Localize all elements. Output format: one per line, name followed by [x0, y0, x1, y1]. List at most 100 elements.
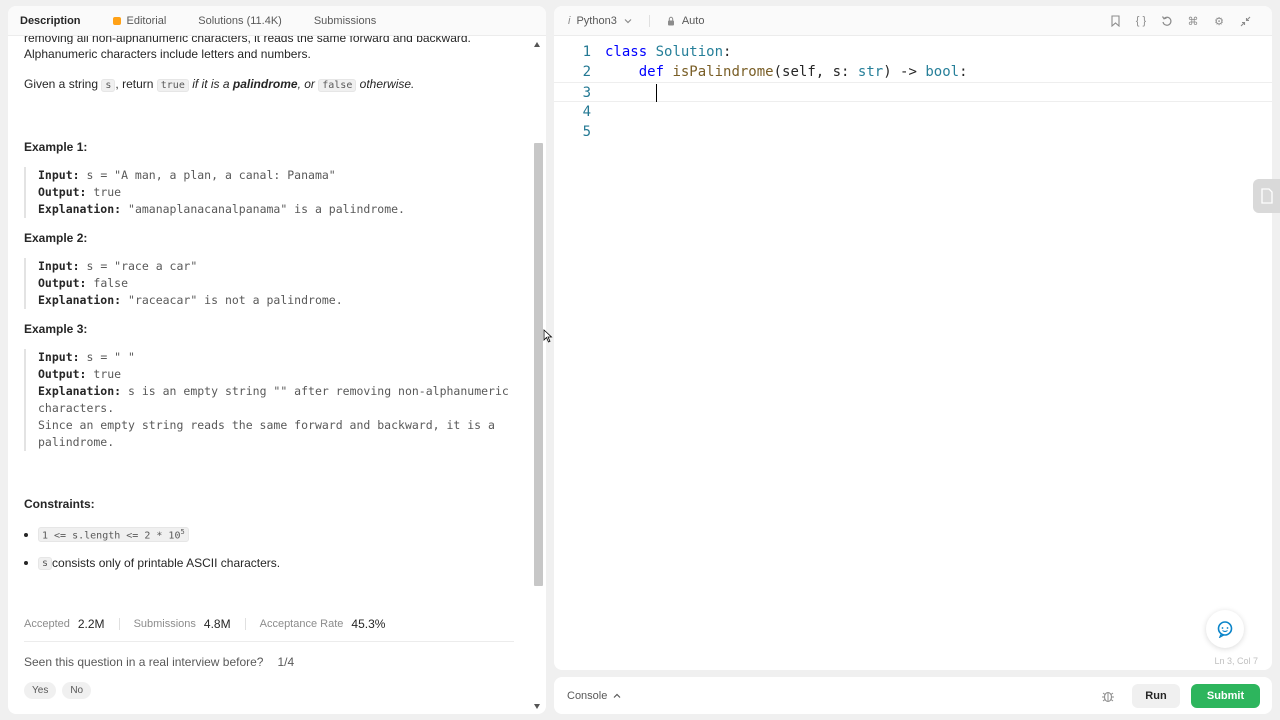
statement-text: Given a string [24, 77, 102, 91]
code-line-current[interactable]: 3 [554, 82, 1272, 102]
lock-icon [667, 16, 674, 25]
console-toggle[interactable]: Console [567, 690, 622, 702]
example-value: Since an empty string reads the same for… [38, 418, 502, 449]
example-title: Example 3: [24, 322, 88, 336]
chevron-up-icon [613, 693, 621, 698]
editor-tools: { } ⌘ ⚙ [1096, 14, 1252, 28]
scroll-up-arrow-icon[interactable] [534, 42, 540, 47]
example-label: Output: [38, 185, 87, 199]
example-label: Explanation: [38, 293, 122, 307]
auto-mode-label[interactable]: Auto [682, 15, 705, 27]
example-block: Input: s = "race a car" Output: false Ex… [24, 258, 520, 309]
tab-solutions[interactable]: Solutions (11.4K) [198, 15, 282, 27]
accepted-label: Accepted [24, 618, 70, 631]
example-block: Input: s = " " Output: true Explanation:… [24, 349, 520, 451]
code-line[interactable]: 4 [554, 102, 1272, 122]
cut-off-line: removing all non-alphanumeric characters… [24, 36, 520, 44]
line-number: 1 [582, 44, 591, 60]
chat-icon [1217, 621, 1233, 638]
cut-off-text: removing all non-alphanumeric characters… [24, 36, 471, 44]
description-tabs: Description Editorial Solutions (11.4K) … [8, 6, 546, 36]
statement-text: , or [297, 77, 319, 91]
code-line[interactable]: 1 class Solution: [554, 42, 1272, 62]
reset-icon[interactable] [1160, 14, 1174, 28]
example-block: Input: s = "A man, a plan, a canal: Pana… [24, 167, 520, 218]
interview-page: 1/4 [277, 655, 295, 670]
code-line[interactable]: 2 def isPalindrome(self, s: str) -> bool… [554, 62, 1272, 82]
code-text: def isPalindrome(self, s: str) -> bool: [638, 64, 968, 80]
console-label: Console [567, 689, 608, 702]
tab-description[interactable]: Description [20, 15, 81, 27]
scroll-down-arrow-icon[interactable] [534, 704, 540, 709]
submissions-label: Submissions [133, 618, 196, 631]
accepted-value: 2.2M [77, 617, 105, 632]
constraint-code: 1 <= s.length <= 2 * 105 [38, 527, 189, 543]
language-selector[interactable]: Python3 [576, 15, 616, 27]
statement-code: false [318, 79, 357, 92]
example-value: s = " " [79, 350, 135, 364]
line-number: 5 [582, 124, 591, 140]
constraint-item: 1 <= s.length <= 2 * 105 [24, 527, 520, 543]
example-value: "raceacar" is not a palindrome. [121, 293, 343, 307]
tab-submissions-label: Submissions [313, 14, 377, 27]
chevron-down-icon[interactable] [623, 16, 633, 26]
stats-divider [118, 618, 120, 631]
statement-code: true [156, 79, 189, 92]
statement-text: if it is a [188, 77, 233, 91]
example-label: Input: [38, 259, 80, 273]
stats-divider [244, 618, 246, 631]
acceptance-stats: Accepted 2.2M Submissions 4.8M Acceptance … [24, 617, 520, 631]
description-scrollbar[interactable] [532, 36, 544, 714]
statement-text: otherwise. [356, 77, 415, 91]
constraint-code-text: 1 <= s.length <= 2 * 10 [42, 530, 181, 542]
submissions-value: 4.8M [203, 617, 231, 632]
divider [24, 641, 514, 643]
palindrome-link[interactable]: palindrome [233, 77, 298, 91]
line-number: 3 [582, 85, 591, 101]
bookmark-icon[interactable] [1108, 14, 1122, 28]
cursor-position-status: Ln 3, Col 7 [1214, 656, 1258, 666]
notes-side-tab[interactable] [1253, 179, 1280, 213]
yes-button[interactable]: Yes [24, 682, 57, 700]
tab-submissions[interactable]: Submissions [314, 15, 376, 27]
example-value: s = "A man, a plan, a canal: Panama" [79, 168, 336, 182]
format-braces-icon[interactable]: { } [1134, 14, 1148, 28]
interview-answers: Yes No [24, 680, 520, 700]
info-icon: i [568, 14, 571, 27]
lock-icon [112, 16, 121, 25]
no-button[interactable]: No [62, 682, 92, 700]
collapse-icon[interactable] [1238, 14, 1252, 28]
debug-bug-icon[interactable] [1101, 689, 1115, 703]
constraint-item: s consists only of printable ASCII chara… [24, 556, 520, 570]
code-line[interactable]: 5 [554, 122, 1272, 142]
tab-editorial-label: Editorial [126, 14, 167, 27]
problem-statement: Given a string s, return true if it is a… [24, 76, 520, 94]
editor-toolbar: i Python3 Auto { } ⌘ ⚙ [554, 6, 1272, 36]
tab-solutions-label: Solutions (11.4K) [198, 14, 282, 27]
example-value: true [86, 185, 122, 199]
code-panel: i Python3 Auto { } ⌘ ⚙ 1 class Solution: … [554, 6, 1272, 670]
mouse-pointer-icon [543, 329, 553, 343]
example-label: Explanation: [38, 202, 122, 216]
tab-description-label: Description [20, 14, 81, 27]
constraint-exponent: 5 [180, 528, 185, 536]
line-number: 4 [582, 104, 591, 120]
example-label: Input: [38, 168, 80, 182]
code-editor[interactable]: 1 class Solution: 2 def isPalindrome(self… [554, 42, 1272, 642]
acceptance-rate-value: 45.3% [351, 617, 386, 632]
constraint-text: consists only of printable ASCII charact… [52, 556, 281, 571]
scrollbar-thumb[interactable] [534, 143, 543, 586]
example-value: true [86, 367, 122, 381]
settings-gear-icon[interactable]: ⚙ [1212, 14, 1226, 28]
submit-button[interactable]: Submit [1191, 684, 1260, 708]
shortcut-icon[interactable]: ⌘ [1186, 14, 1200, 28]
chat-button[interactable] [1206, 610, 1244, 648]
line-number: 2 [582, 64, 591, 80]
tab-editorial[interactable]: Editorial [112, 14, 167, 27]
example-label: Explanation: [38, 384, 122, 398]
description-panel: Description Editorial Solutions (11.4K) … [8, 6, 546, 714]
code-text: class Solution: [605, 44, 732, 60]
run-button[interactable]: Run [1132, 684, 1180, 708]
bullet-dot [24, 561, 28, 566]
